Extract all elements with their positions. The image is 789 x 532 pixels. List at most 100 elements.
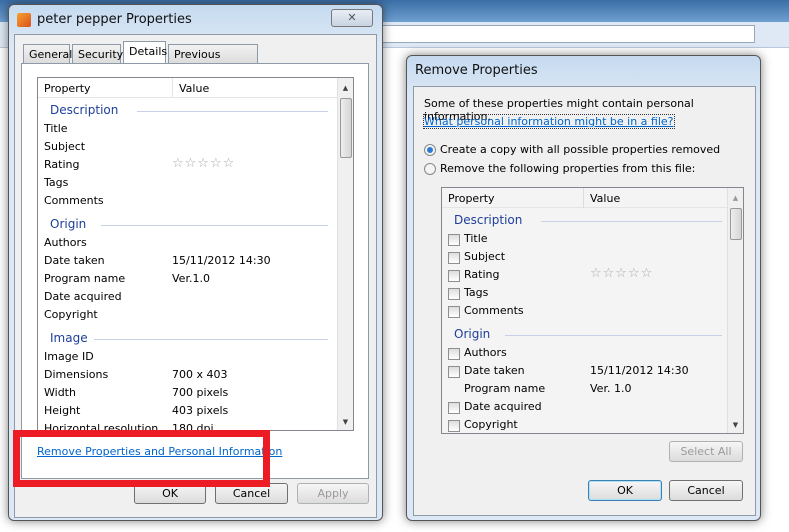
property-row[interactable]: Date taken 15/11/2012 14:30 — [448, 364, 728, 382]
property-value: 403 pixels — [172, 404, 229, 417]
column-header-property[interactable]: Property — [44, 82, 91, 95]
property-name: Date acquired — [44, 290, 122, 303]
address-bar[interactable] — [380, 25, 755, 43]
property-checkbox[interactable] — [448, 288, 460, 300]
property-row[interactable]: Date acquired — [44, 290, 324, 308]
scroll-up-icon[interactable]: ▲ — [338, 84, 353, 92]
group-header: Description — [454, 213, 523, 227]
details-tab-panel: Property Value ▲ ▼ Description Title Subje… — [21, 63, 369, 479]
property-name: Date acquired — [464, 400, 542, 413]
scroll-thumb[interactable] — [340, 98, 352, 158]
property-name: Width — [44, 386, 76, 399]
radio-remove-following-label[interactable]: Remove the following properties from thi… — [440, 162, 695, 175]
property-checkbox[interactable] — [448, 366, 460, 378]
group-divider — [101, 225, 328, 226]
property-value: 700 pixels — [172, 386, 229, 399]
property-row[interactable]: Comments — [448, 304, 728, 322]
group-divider — [541, 221, 722, 222]
property-name: Program name — [44, 272, 126, 285]
radio-create-copy-label[interactable]: Create a copy with all possible properti… — [440, 143, 720, 156]
property-row[interactable]: Tags — [44, 176, 324, 194]
scrollbar[interactable]: ▲ ▼ — [727, 188, 743, 433]
property-checkbox[interactable] — [448, 420, 460, 432]
column-header-property[interactable]: Property — [448, 192, 495, 205]
property-checkbox[interactable] — [448, 306, 460, 318]
dialog-title: Remove Properties — [415, 63, 538, 78]
list-header: Property Value — [442, 188, 743, 208]
rating-stars[interactable]: ☆☆☆☆☆ — [590, 266, 653, 281]
property-row[interactable]: Subject — [448, 250, 728, 268]
property-name: Title — [44, 122, 68, 135]
property-name: Tags — [44, 176, 69, 189]
property-name: Authors — [464, 346, 507, 359]
scroll-up-icon[interactable]: ▲ — [728, 194, 743, 202]
tab-security[interactable]: Security — [72, 44, 123, 63]
group-header: Image — [50, 331, 88, 345]
ok-button[interactable]: OK — [588, 480, 662, 501]
property-name: Rating — [44, 158, 80, 171]
property-checkbox[interactable] — [448, 348, 460, 360]
highlight-box — [13, 430, 270, 487]
property-checkbox[interactable] — [448, 402, 460, 414]
scroll-down-icon[interactable]: ▼ — [728, 421, 743, 429]
property-row[interactable]: Authors — [44, 236, 324, 254]
property-checkbox[interactable] — [448, 270, 460, 282]
help-link[interactable]: What personal information might be in a … — [423, 114, 675, 129]
scroll-down-icon[interactable]: ▼ — [338, 418, 353, 426]
property-row[interactable]: Rating ☆☆☆☆☆ — [44, 156, 324, 176]
property-value: Ver.1.0 — [172, 272, 210, 285]
property-name: Subject — [44, 140, 86, 153]
property-checkbox[interactable] — [448, 252, 460, 264]
scroll-thumb[interactable] — [730, 208, 742, 240]
group-header: Origin — [454, 327, 491, 341]
property-name: Tags — [464, 286, 489, 299]
column-header-value[interactable]: Value — [583, 188, 620, 208]
cancel-button[interactable]: Cancel — [669, 480, 743, 501]
property-row[interactable]: Date taken 15/11/2012 14:30 — [44, 254, 324, 272]
property-name: Dimensions — [44, 368, 109, 381]
property-row[interactable]: Title — [44, 122, 324, 140]
property-row[interactable]: Image ID — [44, 350, 324, 368]
rating-stars[interactable]: ☆☆☆☆☆ — [172, 156, 235, 171]
close-button[interactable]: ✕ — [331, 9, 373, 27]
radio-remove-following[interactable] — [424, 163, 436, 175]
property-value: Ver. 1.0 — [590, 382, 632, 395]
property-row[interactable]: Program name Ver. 1.0 — [448, 382, 728, 400]
radio-create-copy[interactable] — [424, 144, 436, 156]
column-header-value[interactable]: Value — [172, 78, 209, 98]
property-name: Authors — [44, 236, 87, 249]
select-all-button[interactable]: Select All — [669, 441, 743, 462]
property-row[interactable]: Program name Ver.1.0 — [44, 272, 324, 290]
property-name: Height — [44, 404, 81, 417]
property-row[interactable]: Date acquired — [448, 400, 728, 418]
scrollbar[interactable]: ▲ ▼ — [337, 78, 353, 430]
group-header: Description — [50, 103, 119, 117]
property-row[interactable]: Height 403 pixels — [44, 404, 324, 422]
property-row[interactable]: Comments — [44, 194, 324, 212]
property-name: Program name — [464, 382, 546, 395]
property-checklist: Property Value ▲ ▼ Description Title Subje… — [441, 187, 744, 434]
property-value: 15/11/2012 14:30 — [172, 254, 271, 267]
property-name: Comments — [464, 304, 524, 317]
property-row[interactable]: Title — [448, 232, 728, 250]
property-name: Subject — [464, 250, 506, 263]
tab-details[interactable]: Details — [123, 41, 167, 63]
tab-general[interactable]: General — [23, 44, 72, 63]
property-row[interactable]: Rating ☆☆☆☆☆ — [448, 266, 728, 286]
property-name: Title — [464, 232, 488, 245]
apply-button[interactable]: Apply — [297, 483, 369, 504]
tab-previous-versions[interactable]: Previous Versions — [168, 44, 258, 74]
property-checkbox[interactable] — [448, 234, 460, 246]
property-row[interactable]: Authors — [448, 346, 728, 364]
group-divider — [137, 111, 328, 112]
property-row[interactable]: Copyright — [44, 308, 324, 326]
property-row[interactable]: Width 700 pixels — [44, 386, 324, 404]
property-row[interactable]: Tags — [448, 286, 728, 304]
property-row[interactable]: Dimensions 700 x 403 — [44, 368, 324, 386]
property-name: Comments — [44, 194, 104, 207]
property-value: 700 x 403 — [172, 368, 228, 381]
property-row[interactable]: Copyright — [448, 418, 728, 433]
property-list: Property Value ▲ ▼ Description Title Subje… — [37, 77, 354, 431]
list-header: Property Value — [38, 78, 353, 98]
dialog-title: peter pepper Properties — [37, 12, 192, 27]
